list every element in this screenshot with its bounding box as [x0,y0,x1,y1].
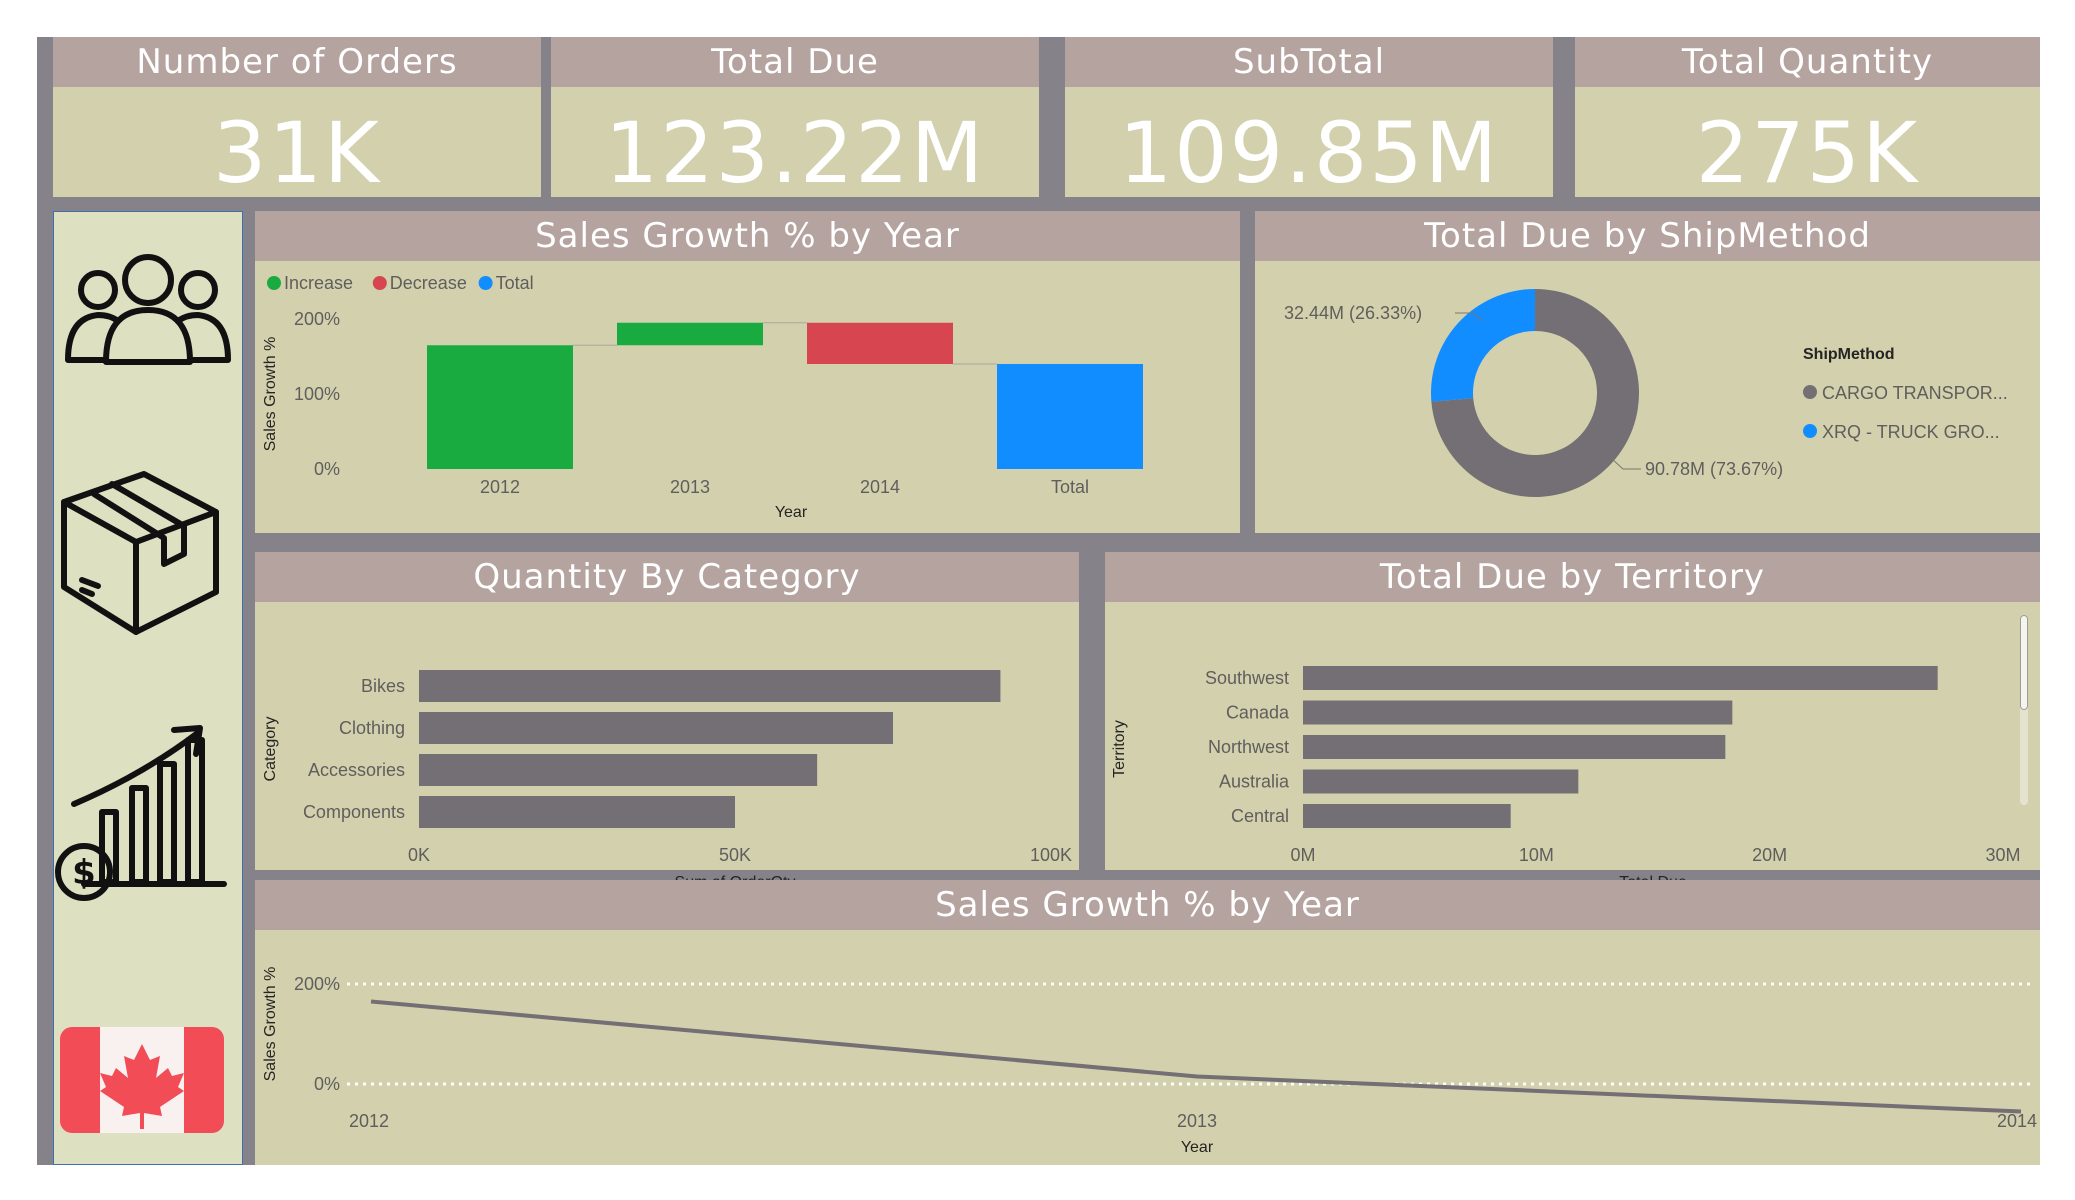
y-tick-label: 100% [294,384,340,404]
y-tick-label: 200% [294,309,340,329]
category-bar-chart: Bikes Clothing Accessories Components 0K 50K 1… [262,670,1072,891]
x-tick-label: 2014 [860,477,900,497]
x-tick-label: 2012 [349,1111,389,1131]
panel-growth-line: Sales Growth % by Year 200% 0% 2012 2013 201… [255,880,2040,1165]
kpi-card-total-quantity: Total Quantity 275K [1575,37,2040,202]
territory-bar-chart: Southwest Canada Northwest Australia Central… [1111,666,2021,891]
legend-marker [372,276,387,290]
x-tick-label: 2014 [1997,1111,2037,1131]
panel-growth-waterfall: Sales Growth % by Year Increase Decrease T… [255,211,1240,533]
x-tick-label: 20M [1752,845,1787,865]
y-tick-label: Northwest [1208,737,1289,757]
y-tick-label: Accessories [308,760,405,780]
y-tick-label: Southwest [1205,668,1289,688]
legend-label: XRQ - TRUCK GRO... [1822,422,2000,442]
label-leader-line [1611,458,1641,470]
waterfall-bar [427,345,573,469]
legend-marker [1803,424,1817,438]
y-tick-label: 0% [314,459,340,479]
legend-marker [478,276,493,290]
sidebar: $ [53,211,243,1165]
x-axis-title: Year [1181,1139,1214,1156]
bar [419,712,893,744]
donut-data-label: 90.78M (73.67%) [1645,459,1783,479]
waterfall-chart: Increase Decrease Total 0% 100% 200% Sales Gro… [262,273,1143,521]
waterfall-bar [807,322,953,364]
x-tick-label: 2012 [480,477,520,497]
legend-label: Increase [284,273,353,293]
bar [1303,735,1726,759]
legend-title: ShipMethod [1803,346,1895,363]
legend-label: Total [496,273,534,293]
y-tick-label: Components [303,802,405,822]
legend-marker [1803,385,1817,399]
kpi-title: SubTotal [1065,37,1553,87]
kpi-value: 123.22M [604,104,986,202]
bar [1303,804,1511,828]
series-line [370,999,2022,1114]
x-tick-label: 30M [1985,845,2020,865]
kpi-value: 275K [1695,104,1920,202]
waterfall-bar [617,322,763,346]
bar [419,796,735,828]
legend-label: Decrease [390,273,467,293]
x-tick-label: 50K [719,845,751,865]
y-axis-title: Category [262,717,279,782]
donut-data-label: 32.44M (26.33%) [1284,303,1422,323]
kpi-value: 109.85M [1118,104,1500,202]
legend-marker [267,276,281,290]
y-tick-label: 200% [294,974,340,994]
dashboard-canvas: Number of Orders 31K Total Due 123.22M S… [37,37,2040,1165]
bar [419,670,1001,702]
x-tick-label: 2013 [1177,1111,1217,1131]
x-tick-label: 0K [408,845,430,865]
kpi-value: 31K [213,104,381,202]
y-axis-title: Territory [1111,720,1128,778]
panel-category-bar: Quantity By Category Bikes Clothing Access… [255,552,1079,891]
y-tick-label: 0% [314,1074,340,1094]
x-tick-label: 100K [1030,845,1072,865]
bar [1303,700,1733,725]
donut-chart: 32.44M (26.33%) 90.78M (73.67%) ShipMethod… [1284,289,2008,497]
x-tick-label: 0M [1290,845,1315,865]
x-tick-label: Total [1051,477,1089,497]
panel-shipmethod-donut: Total Due by ShipMethod 32.44M (26.33%) 9… [1255,211,2040,533]
kpi-title: Number of Orders [53,37,541,87]
y-axis-title: Sales Growth % [262,337,279,452]
donut-slice [1431,289,1535,402]
y-tick-label: Central [1231,806,1289,826]
kpi-card-total-due: Total Due 123.22M [551,37,1039,202]
legend-label: CARGO TRANSPOR... [1822,383,2008,403]
y-axis-title: Sales Growth % [262,967,279,1082]
kpi-title: Total Due [551,37,1039,87]
kpi-card-subtotal: SubTotal 109.85M [1065,37,1553,202]
x-tick-label: 2013 [670,477,710,497]
waterfall-bar [997,364,1143,469]
x-axis-title: Year [775,504,808,521]
kpi-title: Total Quantity [1575,37,2040,87]
bar [419,754,818,786]
line-chart: 200% 0% 2012 2013 2014 Year Sales Growth % [262,967,2037,1156]
bar [1303,769,1579,794]
scrollbar-thumb[interactable] [2020,615,2028,710]
bar [1303,666,1938,690]
y-tick-label: Bikes [361,676,405,696]
y-tick-label: Australia [1219,772,1290,792]
canada-flag-icon[interactable] [54,212,242,1164]
kpi-card-orders: Number of Orders 31K [53,37,541,202]
y-tick-label: Clothing [339,718,405,738]
y-tick-label: Canada [1226,703,1290,723]
x-tick-label: 10M [1519,845,1554,865]
panel-territory-bar: Total Due by Territory Southwest Canada No… [1105,552,2040,891]
